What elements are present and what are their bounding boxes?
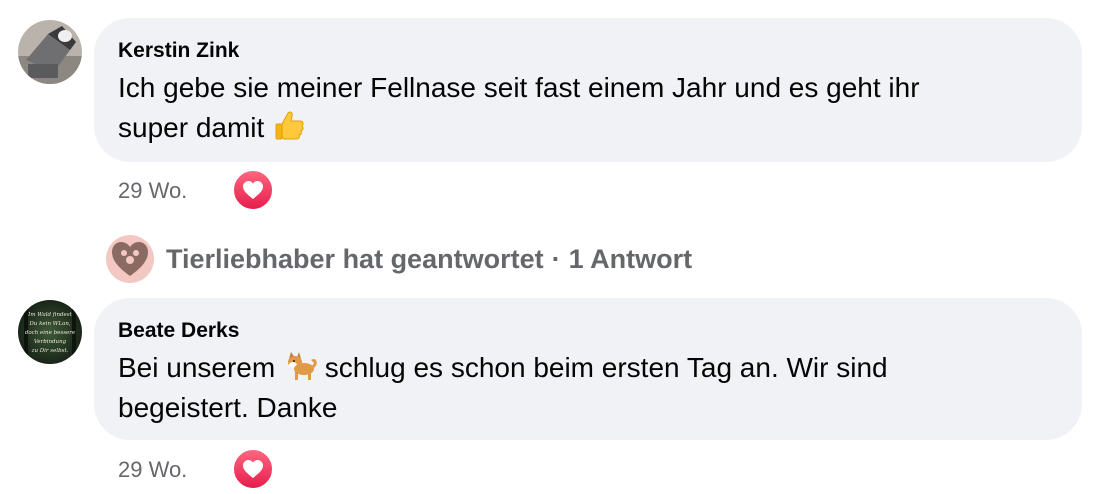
comment-text-line: super damit [118,112,265,143]
view-replies-link[interactable]: Tierliebhaber hat geantwortet · 1 Antwor… [106,234,692,284]
comment-bubble: Kerstin Zink Ich gebe sie meiner Fellnas… [94,18,1082,162]
love-reaction-icon[interactable] [232,169,274,211]
comment-text-line: Ich gebe sie meiner Fellnase seit fast e… [118,72,920,103]
comment-author[interactable]: Kerstin Zink [118,38,1058,64]
comment-author[interactable]: Beate Derks [118,318,1058,344]
replies-label[interactable]: Tierliebhaber hat geantwortet [166,243,544,275]
comment-text: Ich gebe sie meiner Fellnase seit fast e… [118,68,1058,148]
avatar-photo: Im Wald findest Du kein WLan, doch eine … [18,300,82,364]
replier-avatar [106,235,154,283]
love-reaction-icon[interactable] [232,448,274,490]
comment-text-segment: Bei unserem [118,352,276,383]
svg-text:zu Dir selbst.: zu Dir selbst. [31,348,69,354]
avatar-beate-derks[interactable]: Im Wald findest Du kein WLan, doch eine … [18,300,82,364]
svg-text:doch eine bessere: doch eine bessere [25,330,76,336]
comment-timestamp[interactable]: 29 Wo. [118,456,187,484]
dog-icon [283,349,317,383]
comment-text-line: begeistert. Danke [118,392,338,423]
avatar-photo [18,20,82,84]
replies-count[interactable]: 1 Antwort [569,243,693,275]
comment-timestamp[interactable]: 29 Wo. [118,177,187,205]
comment-bubble: Beate Derks Bei unserem schlug es schon … [94,298,1082,440]
svg-text:Du kein WLan,: Du kein WLan, [28,321,70,327]
replies-separator: · [551,244,561,274]
svg-text:Verbindung: Verbindung [34,339,67,345]
thumbs-up-icon [272,109,306,143]
avatar-kerstin-zink[interactable] [18,20,82,84]
comment-text: Bei unserem schlug es schon beim ersten … [118,348,1058,428]
comment-text-segment: schlug es schon beim ersten Tag an. Wir … [324,352,888,383]
svg-text:Im Wald findest: Im Wald findest [27,312,72,318]
